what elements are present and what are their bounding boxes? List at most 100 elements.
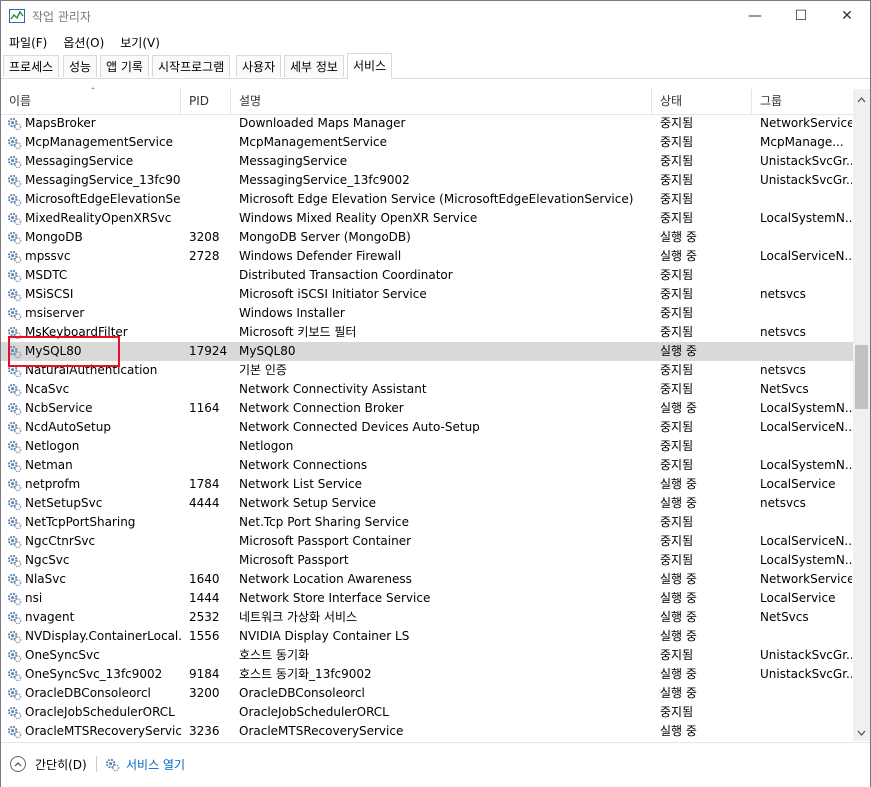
service-row[interactable]: mpssvc 2728 Windows Defender Firewall 실행 중 L… (1, 247, 853, 266)
service-name: MixedRealityOpenXRSvc (25, 211, 172, 225)
service-row[interactable]: NlaSvc 1640 Network Location Awareness 실행 중… (1, 570, 853, 589)
service-status: 중지됨 (660, 705, 694, 719)
service-name: OneSyncSvc_13fc9002 (25, 667, 163, 681)
service-row[interactable]: nsi 1444 Network Store Interface Service 실행… (1, 589, 853, 608)
close-button[interactable]: ✕ (824, 1, 870, 31)
service-row[interactable]: MessagingService MessagingService 중지됨 Unist… (1, 152, 853, 171)
service-name: NcdAutoSetup (25, 420, 111, 434)
service-status: 중지됨 (660, 325, 694, 339)
service-row[interactable]: OracleMTSRecoveryService 3236 OracleMTSRec… (1, 722, 853, 741)
fewer-details-label: 간단히(D) (35, 757, 87, 772)
service-status: 중지됨 (660, 211, 694, 225)
service-row[interactable]: MapsBroker Downloaded Maps Manager 중지됨 Netw… (1, 114, 853, 133)
service-description: Windows Defender Firewall (239, 249, 402, 263)
service-description: OracleMTSRecoveryService (239, 724, 404, 738)
service-description: Netlogon (239, 439, 294, 453)
service-status: 실행 중 (660, 344, 697, 358)
service-row[interactable]: MessagingService_13fc9002 MessagingServic… (1, 171, 853, 190)
service-group: NetworkService (760, 572, 852, 586)
column-header-group[interactable]: 그룹 (752, 89, 853, 114)
tab-app-history[interactable]: 앱 기록 (100, 55, 149, 77)
vertical-scrollbar[interactable] (853, 89, 870, 741)
scroll-up-button[interactable] (853, 91, 870, 108)
service-status: 실행 중 (660, 686, 697, 700)
service-row[interactable]: MSiSCSI Microsoft iSCSI Initiator Service… (1, 285, 853, 304)
service-group: UnistackSvcGr... (760, 667, 852, 681)
service-description: Microsoft Passport (239, 553, 349, 567)
service-row[interactable]: OracleJobSchedulerORCL OracleJobScheduler… (1, 703, 853, 722)
service-row[interactable]: NaturalAuthentication 기본 인증 중지됨 netsvcs (1, 361, 853, 380)
service-pid (189, 285, 234, 304)
tab-performance[interactable]: 성능 (63, 55, 98, 77)
service-row[interactable]: OneSyncSvc_13fc9002 9184 호스트 동기화_13fc9002 실… (1, 665, 853, 684)
service-status: 중지됨 (660, 135, 694, 149)
service-row[interactable]: NcbService 1164 Network Connection Broker 실… (1, 399, 853, 418)
service-row[interactable]: NetTcpPortSharing Net.Tcp Port Sharing Se… (1, 513, 853, 532)
service-name: OracleJobSchedulerORCL (25, 705, 175, 719)
service-description: MySQL80 (239, 344, 296, 358)
gear-icon (7, 212, 22, 226)
tab-details[interactable]: 세부 정보 (284, 55, 344, 77)
service-description: Network Connections (239, 458, 368, 472)
fewer-details-button[interactable]: 간단히(D) (10, 754, 87, 774)
menu-view[interactable]: 보기(V) (112, 31, 168, 53)
service-row[interactable]: NetSetupSvc 4444 Network Setup Service 실행 중… (1, 494, 853, 513)
service-row[interactable]: msiserver Windows Installer 중지됨 (1, 304, 853, 323)
service-name: MessagingService (25, 154, 134, 168)
scroll-thumb[interactable] (855, 345, 868, 409)
service-name: MessagingService_13fc9002 (25, 173, 181, 187)
service-row[interactable]: MicrosoftEdgeElevationSer... Microsoft Ed… (1, 190, 853, 209)
service-name: Netman (25, 458, 73, 472)
scroll-down-button[interactable] (853, 724, 870, 741)
column-header-name[interactable]: 이름 (1, 89, 181, 114)
title-bar[interactable]: 작업 관리자 — ☐ ✕ (1, 1, 870, 31)
service-row[interactable]: MySQL80 17924 MySQL80 실행 중 (1, 342, 853, 361)
open-services-link[interactable]: 서비스 열기 (105, 754, 185, 774)
service-pid: 3208 (189, 230, 220, 244)
service-row[interactable]: Netman Network Connections 중지됨 LocalSystemN… (1, 456, 853, 475)
service-name: NcaSvc (25, 382, 70, 396)
service-group: LocalSystemN... (760, 401, 852, 415)
gear-icon (7, 231, 22, 245)
service-group (760, 266, 852, 285)
service-row[interactable]: NcaSvc Network Connectivity Assistant 중지됨 N… (1, 380, 853, 399)
service-status: 실행 중 (660, 591, 697, 605)
minimize-button[interactable]: — (732, 1, 778, 31)
service-row[interactable]: MongoDB 3208 MongoDB Server (MongoDB) 실행 중 (1, 228, 853, 247)
service-row[interactable]: NgcSvc Microsoft Passport 중지됨 LocalSystemN.… (1, 551, 853, 570)
service-pid (189, 361, 234, 380)
service-name: MongoDB (25, 230, 83, 244)
service-row[interactable]: Netlogon Netlogon 중지됨 (1, 437, 853, 456)
service-row[interactable]: OneSyncSvc 호스트 동기화 중지됨 UnistackSvcGr... (1, 646, 853, 665)
tab-users[interactable]: 사용자 (236, 55, 282, 77)
gear-icon (7, 706, 22, 720)
service-row[interactable]: netprofm 1784 Network List Service 실행 중 Loca… (1, 475, 853, 494)
service-row[interactable]: OracleDBConsoleorcl 3200 OracleDBConsoleor… (1, 684, 853, 703)
service-row[interactable]: NVDisplay.ContainerLocal... 1556 NVIDIA Di… (1, 627, 853, 646)
service-row[interactable]: McpManagementService McpManagementService… (1, 133, 853, 152)
service-row[interactable]: NgcCtnrSvc Microsoft Passport Container 중지… (1, 532, 853, 551)
service-pid (189, 551, 234, 570)
service-name: NgcCtnrSvc (25, 534, 96, 548)
maximize-button[interactable]: ☐ (778, 1, 824, 31)
column-header-status[interactable]: 상태 (652, 89, 752, 114)
service-row[interactable]: MSDTC Distributed Transaction Coordinator… (1, 266, 853, 285)
service-row[interactable]: MsKeyboardFilter Microsoft 키보드 필터 중지됨 netsv… (1, 323, 853, 342)
service-row[interactable]: MixedRealityOpenXRSvc Windows Mixed Reali… (1, 209, 853, 228)
menu-file[interactable]: 파일(F) (1, 31, 55, 53)
service-row[interactable]: nvagent 2532 네트워크 가상화 서비스 실행 중 NetSvcs (1, 608, 853, 627)
tab-processes[interactable]: 프로세스 (3, 55, 60, 77)
service-pid (189, 171, 234, 190)
service-status: 중지됨 (660, 458, 694, 472)
service-group: UnistackSvcGr... (760, 154, 852, 168)
service-row[interactable]: NcdAutoSetup Network Connected Devices Au… (1, 418, 853, 437)
tab-startup[interactable]: 시작프로그램 (152, 55, 231, 77)
menu-options[interactable]: 옵션(O) (55, 31, 112, 53)
column-header-description[interactable]: 설명 (231, 89, 652, 114)
tab-services[interactable]: 서비스 (347, 53, 393, 79)
service-description: Windows Mixed Reality OpenXR Service (239, 211, 478, 225)
service-group: NetworkService (760, 116, 852, 130)
column-header-pid[interactable]: PID (181, 89, 231, 114)
service-description: Distributed Transaction Coordinator (239, 268, 453, 282)
service-description: 네트워크 가상화 서비스 (239, 610, 358, 624)
